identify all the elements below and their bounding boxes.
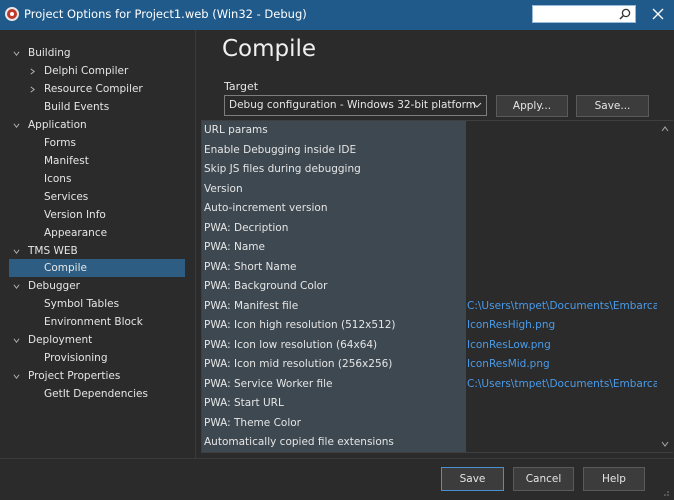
tree-item-label: Resource Compiler [44, 83, 143, 95]
help-button[interactable]: Help [583, 467, 645, 491]
tree-item-provisioning[interactable]: Provisioning [44, 349, 108, 367]
apply-button[interactable]: Apply... [496, 95, 568, 117]
property-name[interactable]: Enable Debugging inside IDE [204, 141, 464, 161]
tree-item-label: Manifest [44, 155, 89, 167]
tree-item-delphi-compiler[interactable]: Delphi Compiler [29, 62, 128, 80]
property-name[interactable]: PWA: Icon low resolution (64x64) [204, 336, 464, 356]
tree-item-label: TMS WEB [28, 245, 78, 257]
target-label: Target [224, 80, 259, 93]
property-name[interactable]: Automatically copied file extensions [204, 433, 464, 453]
tree-item-label: Building [28, 47, 71, 59]
tree-item-label: Debugger [28, 280, 80, 292]
tree-item-label: Build Events [44, 101, 110, 113]
tree-item-label: Version Info [44, 209, 106, 221]
tree-item-tms-web[interactable]: TMS WEB [13, 242, 78, 260]
property-name[interactable]: PWA: Icon mid resolution (256x256) [204, 355, 464, 375]
tree-item-label: Application [28, 119, 87, 131]
save-target-button[interactable]: Save... [576, 95, 649, 117]
chevron-down-icon[interactable] [13, 337, 20, 344]
tree-item-label: Symbol Tables [44, 298, 120, 310]
property-name[interactable]: PWA: Manifest file [204, 297, 464, 317]
target-select-value: Debug configuration - Windows 32-bit pla… [229, 99, 476, 111]
property-name[interactable]: PWA: Service Worker file [204, 375, 464, 395]
property-name[interactable]: PWA: Decription [204, 219, 464, 239]
property-value[interactable]: IconResHigh.png [467, 316, 657, 336]
tree-item-getit-dependencies[interactable]: GetIt Dependencies [44, 385, 148, 403]
tree-item-icons[interactable]: Icons [44, 170, 71, 188]
tree-item-building[interactable]: Building [13, 44, 71, 62]
vertical-scrollbar[interactable] [657, 121, 673, 452]
chevron-down-icon[interactable] [13, 373, 20, 380]
chevron-down-icon[interactable] [472, 101, 482, 109]
property-name[interactable]: PWA: Name [204, 238, 464, 258]
scroll-down-icon[interactable] [661, 441, 669, 447]
tree-item-label: Compile [44, 262, 87, 274]
chevron-down-icon[interactable] [13, 122, 20, 129]
search-input[interactable] [532, 5, 636, 23]
tree-item-label: Forms [44, 137, 76, 149]
tree-item-symbol-tables[interactable]: Symbol Tables [44, 295, 119, 313]
chevron-right-icon[interactable] [29, 86, 36, 93]
property-value[interactable]: IconResMid.png [467, 355, 657, 375]
tree-item-compile[interactable]: Compile [44, 259, 87, 277]
tree-item-debugger[interactable]: Debugger [13, 277, 80, 295]
property-name[interactable]: Auto-increment version [204, 199, 464, 219]
tree-item-application[interactable]: Application [13, 116, 87, 134]
tree-item-version-info[interactable]: Version Info [44, 206, 106, 224]
tree-item-label: Icons [44, 173, 72, 185]
page-title: Compile [222, 36, 317, 62]
close-icon[interactable] [650, 6, 666, 22]
tree-item-label: Environment Block [44, 316, 143, 328]
chevron-right-icon[interactable] [29, 68, 36, 75]
property-name[interactable]: PWA: Short Name [204, 258, 464, 278]
tree-item-label: Project Properties [28, 370, 121, 382]
property-name[interactable]: Skip JS files during debugging [204, 160, 464, 180]
property-name[interactable]: PWA: Background Color [204, 277, 464, 297]
options-tree: Building Delphi Compiler Resource Compil… [7, 38, 193, 458]
tree-item-appearance[interactable]: Appearance [44, 224, 107, 242]
tree-item-environment-block[interactable]: Environment Block [44, 313, 143, 331]
property-name[interactable]: PWA: Icon high resolution (512x512) [204, 316, 464, 336]
property-grid: URL params Enable Debugging inside IDE S… [201, 120, 673, 453]
property-name[interactable]: PWA: Start URL [204, 394, 464, 414]
tree-item-resource-compiler[interactable]: Resource Compiler [29, 80, 143, 98]
tree-item-project-properties[interactable]: Project Properties [13, 367, 120, 385]
property-value[interactable]: C:\Users\tmpet\Documents\Embarcaderc [467, 297, 657, 317]
chevron-down-icon[interactable] [13, 248, 20, 255]
target-select[interactable]: Debug configuration - Windows 32-bit pla… [224, 95, 487, 116]
tree-item-deployment[interactable]: Deployment [13, 331, 92, 349]
tree-item-forms[interactable]: Forms [44, 134, 76, 152]
dialog-footer: Save Cancel Help [0, 458, 674, 500]
cancel-button[interactable]: Cancel [513, 467, 574, 491]
panel-divider[interactable] [195, 30, 196, 458]
tree-item-label: Deployment [28, 334, 93, 346]
property-name[interactable]: URL params [204, 121, 464, 141]
title-bar: Project Options for Project1.web (Win32 … [0, 0, 674, 30]
resize-grip-icon[interactable] [660, 487, 670, 497]
window-title: Project Options for Project1.web (Win32 … [24, 7, 307, 21]
tree-item-manifest[interactable]: Manifest [44, 152, 89, 170]
property-value[interactable]: IconResLow.png [467, 336, 657, 356]
app-icon [5, 7, 19, 21]
tree-item-label: Services [44, 191, 89, 203]
tree-item-label: Appearance [44, 227, 108, 239]
tree-item-label: GetIt Dependencies [44, 388, 148, 400]
scroll-up-icon[interactable] [661, 126, 669, 132]
chevron-down-icon[interactable] [13, 283, 20, 290]
property-name[interactable]: Version [204, 180, 464, 200]
tree-item-services[interactable]: Services [44, 188, 88, 206]
property-name[interactable]: PWA: Theme Color [204, 414, 464, 434]
tree-item-build-events[interactable]: Build Events [44, 98, 109, 116]
save-button[interactable]: Save [441, 467, 504, 491]
tree-item-label: Provisioning [44, 352, 108, 364]
property-value[interactable]: C:\Users\tmpet\Documents\Embarcaderc [467, 375, 657, 395]
search-icon[interactable] [619, 8, 631, 20]
tree-item-label: Delphi Compiler [44, 65, 129, 77]
chevron-down-icon[interactable] [13, 50, 20, 57]
tree-selection-highlight [9, 259, 185, 277]
